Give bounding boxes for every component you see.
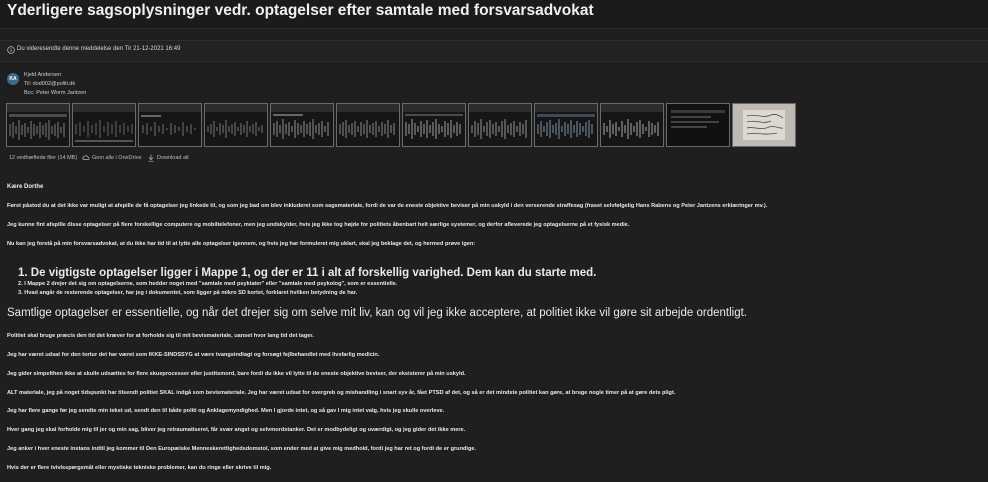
subject-bar: Yderligere sagsoplysninger vedr. optagel…: [0, 0, 988, 29]
body-paragraph: Nu kan jeg forstå på min forsvarsadvokat…: [7, 241, 476, 247]
body-paragraph: Hver gang jeg skal forholde mig til jer …: [7, 427, 466, 433]
message-subject: Yderligere sagsoplysninger vedr. optagel…: [7, 2, 594, 19]
attachment-thumbnail[interactable]: [336, 103, 400, 147]
attachment-strip: [6, 103, 806, 147]
list-item: 1. De vigtigste optagelser ligger i Mapp…: [18, 267, 597, 279]
attachment-thumbnail[interactable]: [270, 103, 334, 147]
body-paragraph: Jeg kunne fint afspille disse optagelser…: [7, 222, 630, 228]
attachment-thumbnail[interactable]: [6, 103, 70, 147]
sender-name[interactable]: Kjeld Andersen: [24, 72, 61, 78]
attachment-thumbnail[interactable]: [402, 103, 466, 147]
attachment-thumbnail[interactable]: [732, 103, 796, 147]
info-icon: [7, 46, 15, 54]
emphasis-paragraph: Samtlige optagelser er essentielle, og n…: [7, 307, 747, 319]
body-paragraph: Jeg har været udsat for den tortur det h…: [7, 352, 380, 358]
body-paragraph: ALT materiale, jeg på noget tidspunkt ha…: [7, 390, 676, 396]
attachment-count: 12 vedhæftede filer (14 MB): [9, 155, 78, 161]
body-paragraph: Først påstod du at det ikke var muligt a…: [7, 203, 768, 209]
list-item: 2. I Mappe 2 drejer det sig om optagelse…: [18, 281, 398, 287]
download-icon: [148, 154, 154, 162]
attachment-thumbnail[interactable]: [600, 103, 664, 147]
body-paragraph: Hvis der er flere tvivlsspørgsmål eller …: [7, 465, 272, 471]
save-to-onedrive-link[interactable]: Gem alle i OneDrive: [92, 155, 142, 161]
greeting: Kære Dorthe: [7, 184, 44, 190]
body-paragraph: Politiet skal bruge præcis den tid det k…: [7, 333, 314, 339]
avatar[interactable]: KA: [7, 73, 19, 85]
forwarded-text: Du videresendte denne meddelelse den Tir…: [17, 46, 181, 52]
body-paragraph: Jeg gider simpelthen ikke at skulle udsæ…: [7, 371, 466, 377]
attachment-thumbnail[interactable]: [204, 103, 268, 147]
attachment-thumbnail[interactable]: [666, 103, 730, 147]
list-number: 1.: [18, 267, 31, 279]
forwarded-banner: Du videresendte denne meddelelse den Tir…: [0, 40, 988, 62]
to-line[interactable]: Til: dod002@politi.dk: [24, 81, 75, 87]
download-all-link[interactable]: Download alt: [157, 155, 189, 161]
list-item: 3. Hvad angår de resterende optagelser, …: [18, 290, 358, 296]
attachment-thumbnail[interactable]: [138, 103, 202, 147]
body-paragraph: Jeg har flere gange før jeg sendte min t…: [7, 408, 445, 414]
attachment-thumbnail[interactable]: [72, 103, 136, 147]
attachment-thumbnail[interactable]: [468, 103, 532, 147]
bcc-line[interactable]: Bcc: Peter Worm Jantzen: [24, 90, 86, 96]
onedrive-icon: [82, 155, 90, 160]
body-paragraph: Jeg anker i hver eneste instans indtil j…: [7, 446, 477, 452]
attachment-thumbnail[interactable]: [534, 103, 598, 147]
